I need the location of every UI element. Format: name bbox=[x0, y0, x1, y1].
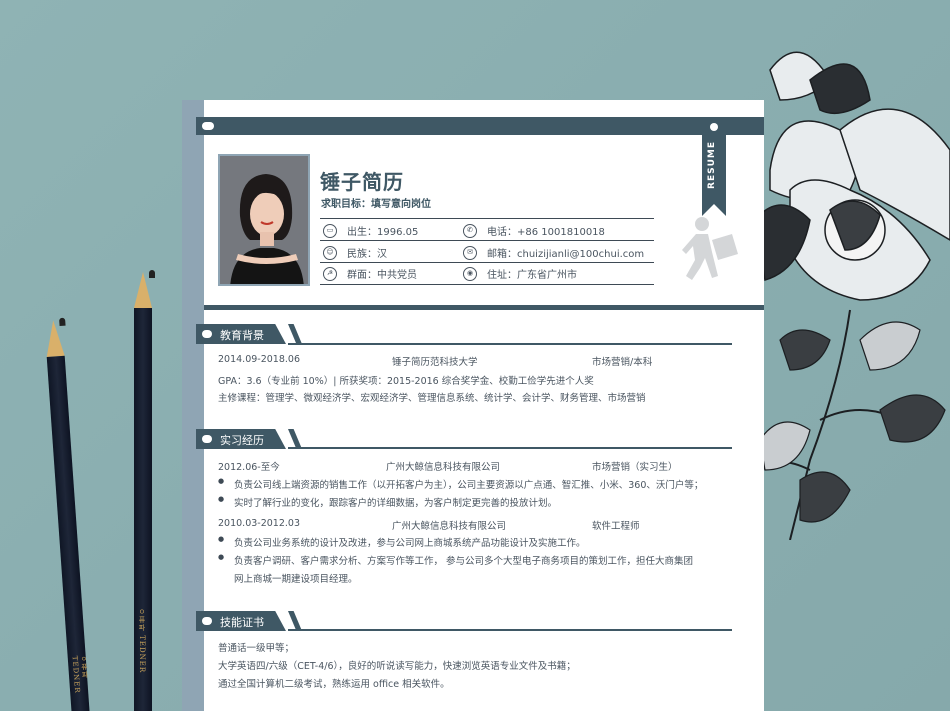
job-target: 求职目标：填写意向岗位 bbox=[321, 195, 431, 210]
job-bullet-continued: 网上商城一期建设项目经理。 bbox=[234, 574, 358, 585]
info-rule bbox=[320, 262, 654, 263]
mail-icon: ✉ bbox=[463, 245, 477, 260]
section-title-internship: 实习经历 bbox=[220, 434, 264, 447]
section-line bbox=[288, 629, 732, 631]
job-bullet: 负责客户调研、客户需求分析、方案写作等工作， 参与公司多个大型电子商务项目的策划… bbox=[218, 553, 693, 567]
pencil-brand-label: ㅇ퓨파 TEDNER bbox=[138, 608, 146, 674]
job-target-value: 填写意向岗位 bbox=[371, 199, 431, 210]
job-company: 广州大鲸信息科技有限公司 bbox=[386, 462, 501, 473]
job-bullet: 负责公司线上端资源的销售工作（以开拓客户为主），公司主要资源以广点通、智汇推、小… bbox=[218, 477, 703, 491]
education-period: 2014.09-2018.06 bbox=[218, 354, 300, 365]
info-address-text: 住址：广东省广州市 bbox=[487, 270, 577, 281]
info-ethnicity-text: 民族：汉 bbox=[347, 249, 387, 260]
education-school: 锤子简历范科技大学 bbox=[392, 357, 478, 368]
info-birth: ▭ 出生：1996.05 bbox=[323, 223, 418, 238]
walking-person-icon bbox=[682, 217, 738, 280]
info-phone-text: 电话：+86 1001810018 bbox=[487, 227, 605, 238]
section-header-education: 教育背景 bbox=[196, 324, 302, 344]
job-bullet: 负责公司业务系统的设计及改进，参与公司网上商城系统产品功能设计及实施工作。 bbox=[218, 535, 585, 549]
job-bullet: 实时了解行业的变化，跟踪客户的详细数据，为客户制定更完善的投放计划。 bbox=[218, 495, 557, 509]
section-line bbox=[288, 343, 732, 345]
party-emblem-icon: ☭ bbox=[323, 266, 337, 281]
job-period: 2010.03-2012.03 bbox=[218, 518, 300, 529]
education-major: 市场营销/本科 bbox=[592, 357, 653, 368]
resume-name: 锤子简历 bbox=[320, 170, 404, 194]
skill-line: 大学英语四/六级（CET-4/6），良好的听说读写能力，快速浏览英语专业文件及书… bbox=[218, 661, 576, 672]
section-header-internship: 实习经历 bbox=[196, 429, 302, 449]
info-ethnicity: ☺ 民族：汉 bbox=[323, 245, 387, 260]
info-phone: ✆ 电话：+86 1001810018 bbox=[463, 223, 605, 238]
resume-ribbon: RESUME bbox=[702, 117, 726, 216]
job-period: 2012.06-至今 bbox=[218, 462, 280, 473]
info-birth-text: 出生：1996.05 bbox=[347, 227, 419, 238]
info-political: ☭ 群面：中共党员 bbox=[323, 266, 417, 281]
education-courses: 主修课程：管理学、微观经济学、宏观经济学、管理信息系统、统计学、会计学、财务管理… bbox=[218, 393, 646, 404]
section-title-education: 教育背景 bbox=[220, 329, 264, 342]
header-divider bbox=[204, 305, 764, 310]
job-company: 广州大鲸信息科技有限公司 bbox=[392, 521, 507, 532]
people-icon: ☺ bbox=[323, 245, 337, 260]
flower-illustration bbox=[754, 51, 950, 540]
job-role: 软件工程师 bbox=[592, 521, 640, 532]
info-political-text: 群面：中共党员 bbox=[347, 270, 417, 281]
job-target-label: 求职目标： bbox=[321, 199, 371, 210]
info-email: ✉ 邮箱：chuizijianli@100chui.com bbox=[463, 245, 644, 260]
ribbon-text: RESUME bbox=[707, 141, 717, 189]
info-address: ◉ 住址：广东省广州市 bbox=[463, 266, 577, 281]
skill-line: 通过全国计算机二级考试，熟练运用 office 相关软件。 bbox=[218, 679, 450, 690]
pencil-left: ㅇ퓨파 TEDNER bbox=[44, 317, 90, 711]
phone-icon: ✆ bbox=[463, 223, 477, 238]
resume-paper: RESUME 锤子简历 求职目标：填写意向岗位 ▭ 出生：1996.05 ✆ 电话：… bbox=[182, 100, 764, 711]
skill-line: 普通话一级甲等； bbox=[218, 643, 295, 654]
section-title-skills: 技能证书 bbox=[220, 616, 264, 629]
section-line bbox=[288, 447, 732, 449]
pencil-right: ㅇ퓨파 TEDNER bbox=[134, 270, 155, 711]
job-role: 市场营销（实习生） bbox=[592, 462, 678, 473]
id-card-icon: ▭ bbox=[323, 223, 337, 238]
education-gpa: GPA：3.6（专业前 10%）| 所获奖项：2015-2016 综合奖学金、校… bbox=[218, 376, 594, 387]
section-header-skills: 技能证书 bbox=[196, 611, 302, 631]
info-rule bbox=[320, 284, 654, 285]
info-rule bbox=[320, 218, 654, 219]
pencil-brand-label: ㅇ퓨파 TEDNER bbox=[70, 654, 90, 694]
top-bar bbox=[196, 117, 764, 135]
profile-photo bbox=[218, 154, 310, 286]
info-email-text: 邮箱：chuizijianli@100chui.com bbox=[487, 249, 645, 260]
info-rule bbox=[320, 240, 654, 241]
location-pin-icon: ◉ bbox=[463, 266, 477, 281]
